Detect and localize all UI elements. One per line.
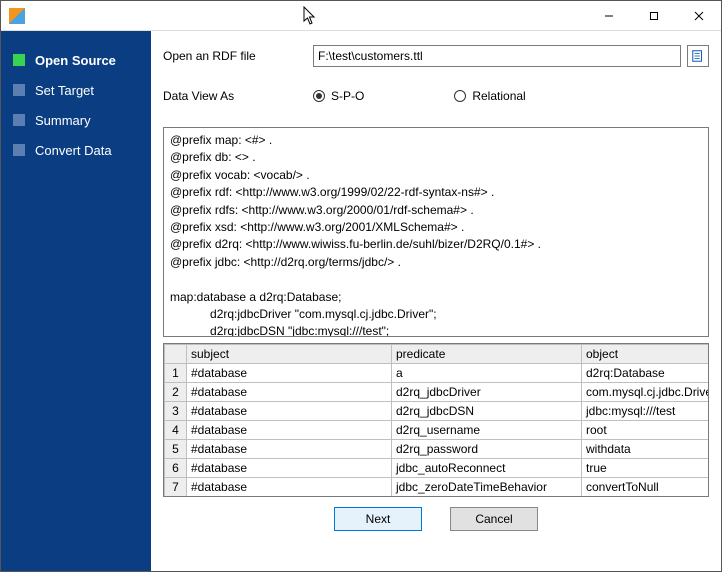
cell-predicate[interactable]: jdbc_autoReconnect	[392, 459, 582, 478]
step-set-target[interactable]: Set Target	[1, 75, 151, 105]
view-radio-group: S-P-O Relational	[313, 89, 526, 103]
col-predicate[interactable]: predicate	[392, 345, 582, 364]
cell-object[interactable]: com.mysql.cj.jdbc.Driver	[582, 383, 710, 402]
table-row[interactable]: 1#databasead2rq:Database	[165, 364, 710, 383]
radio-icon	[313, 90, 325, 102]
row-number[interactable]: 2	[165, 383, 187, 402]
row-number[interactable]: 3	[165, 402, 187, 421]
close-button[interactable]	[676, 1, 721, 30]
file-open-icon	[691, 49, 705, 63]
col-object[interactable]: object	[582, 345, 710, 364]
col-subject[interactable]: subject	[187, 345, 392, 364]
cell-predicate[interactable]: jdbc_zeroDateTimeBehavior	[392, 478, 582, 497]
radio-label: Relational	[472, 89, 525, 103]
cell-subject[interactable]: #database	[187, 383, 392, 402]
table-row[interactable]: 2#databased2rq_jdbcDrivercom.mysql.cj.jd…	[165, 383, 710, 402]
step-label: Summary	[35, 113, 91, 128]
cell-subject[interactable]: #database	[187, 459, 392, 478]
cell-predicate[interactable]: a	[392, 364, 582, 383]
step-indicator-icon	[13, 54, 25, 66]
data-grid[interactable]: subject predicate object 1#databasead2rq…	[163, 343, 709, 497]
app-icon	[9, 8, 25, 24]
row-number[interactable]: 1	[165, 364, 187, 383]
radio-relational[interactable]: Relational	[454, 89, 525, 103]
cell-subject[interactable]: #database	[187, 364, 392, 383]
step-indicator-icon	[13, 84, 25, 96]
cell-subject[interactable]: #database	[187, 421, 392, 440]
cell-predicate[interactable]: d2rq_password	[392, 440, 582, 459]
row-number[interactable]: 6	[165, 459, 187, 478]
next-button[interactable]: Next	[334, 507, 422, 531]
step-indicator-icon	[13, 114, 25, 126]
titlebar	[1, 1, 721, 31]
cell-predicate[interactable]: d2rq_username	[392, 421, 582, 440]
table-row[interactable]: 5#databased2rq_passwordwithdata	[165, 440, 710, 459]
row-number[interactable]: 4	[165, 421, 187, 440]
cell-subject[interactable]: #database	[187, 402, 392, 421]
table-row[interactable]: 6#databasejdbc_autoReconnecttrue	[165, 459, 710, 478]
main-panel: Open an RDF file Data View As S-P-O	[151, 31, 721, 571]
open-file-label: Open an RDF file	[163, 49, 313, 63]
radio-spo[interactable]: S-P-O	[313, 89, 364, 103]
table-row[interactable]: 3#databased2rq_jdbcDSNjdbc:mysql:///test	[165, 402, 710, 421]
cell-object[interactable]: root	[582, 421, 710, 440]
wizard-sidebar: Open Source Set Target Summary Convert D…	[1, 31, 151, 571]
cell-subject[interactable]: #database	[187, 440, 392, 459]
minimize-button[interactable]	[586, 1, 631, 30]
rdf-preview[interactable]: @prefix map: <#> . @prefix db: <> . @pre…	[163, 127, 709, 337]
row-number[interactable]: 7	[165, 478, 187, 497]
cell-object[interactable]: true	[582, 459, 710, 478]
step-label: Open Source	[35, 53, 116, 68]
view-as-label: Data View As	[163, 89, 313, 103]
file-path-input[interactable]	[313, 45, 681, 67]
button-row: Next Cancel	[163, 497, 709, 539]
step-open-source[interactable]: Open Source	[1, 45, 151, 75]
cell-predicate[interactable]: d2rq_jdbcDSN	[392, 402, 582, 421]
step-label: Set Target	[35, 83, 94, 98]
cell-object[interactable]: convertToNull	[582, 478, 710, 497]
step-label: Convert Data	[35, 143, 112, 158]
cell-object[interactable]: withdata	[582, 440, 710, 459]
cell-predicate[interactable]: d2rq_jdbcDriver	[392, 383, 582, 402]
cell-object[interactable]: jdbc:mysql:///test	[582, 402, 710, 421]
maximize-button[interactable]	[631, 1, 676, 30]
grid-corner[interactable]	[165, 345, 187, 364]
row-number[interactable]: 5	[165, 440, 187, 459]
table-row[interactable]: 7#databasejdbc_zeroDateTimeBehaviorconve…	[165, 478, 710, 497]
step-indicator-icon	[13, 144, 25, 156]
table-row[interactable]: 4#databased2rq_usernameroot	[165, 421, 710, 440]
step-summary[interactable]: Summary	[1, 105, 151, 135]
cell-object[interactable]: d2rq:Database	[582, 364, 710, 383]
radio-label: S-P-O	[331, 89, 364, 103]
cell-subject[interactable]: #database	[187, 478, 392, 497]
browse-button[interactable]	[687, 45, 709, 67]
cancel-button[interactable]: Cancel	[450, 507, 538, 531]
step-convert-data[interactable]: Convert Data	[1, 135, 151, 165]
radio-icon	[454, 90, 466, 102]
